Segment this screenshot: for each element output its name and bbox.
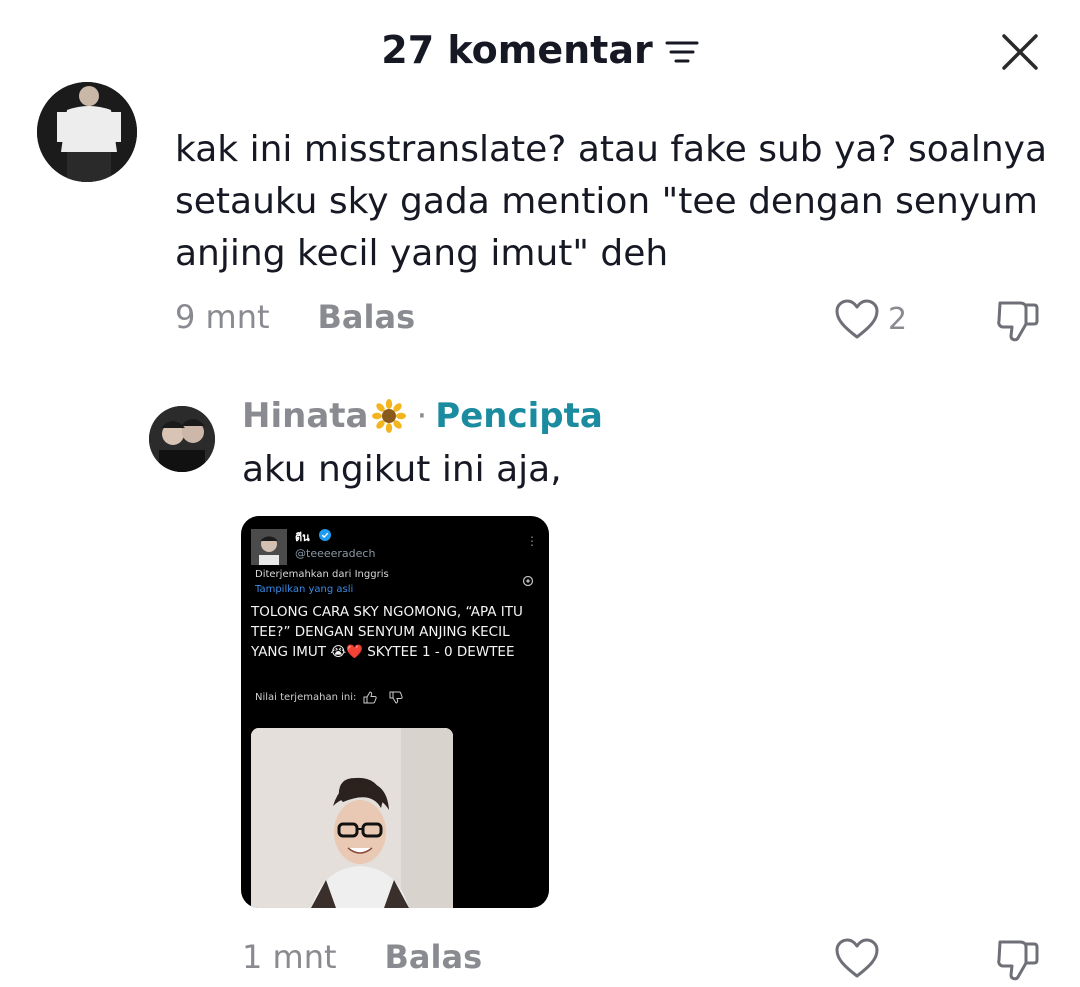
translated-label: Diterjemahkan dari Inggris (255, 569, 389, 580)
comments-sheet: 27 komentar kak ini misstranslate? atau … (0, 0, 1080, 987)
comment-time: 9 mnt (175, 298, 270, 336)
verified-icon (319, 529, 331, 541)
like-button[interactable]: 2 (834, 298, 907, 340)
heart-icon[interactable] (834, 937, 880, 979)
reply-button[interactable]: Balas (318, 298, 416, 336)
show-original-link: Tampilkan yang asli (255, 584, 354, 595)
reply-header: Hinata · Pencipta (242, 396, 603, 436)
like-count: 2 (888, 301, 908, 337)
comments-header: 27 komentar (0, 0, 1080, 100)
comment-text: kak ini misstranslate? atau fake sub ya?… (175, 129, 1048, 274)
separator-dot: · (416, 396, 428, 436)
embed-display-name: ตีน (295, 531, 310, 544)
reply-button[interactable]: Balas (385, 938, 483, 976)
more-icon: ⋮ (526, 534, 538, 548)
username[interactable]: Hinata (242, 396, 368, 436)
attached-screenshot[interactable]: ตีน @teeeeradech ⋮ Diterjemahkan dari In… (241, 516, 549, 908)
creator-badge: Pencipta (435, 396, 603, 436)
reply-meta: 1 mnt Balas (242, 938, 482, 976)
sort-icon[interactable] (665, 39, 699, 65)
reply-text: aku ngikut ini aja, (242, 449, 562, 490)
heart-icon[interactable] (834, 298, 880, 340)
like-button[interactable] (834, 937, 880, 979)
dislike-icon[interactable] (994, 936, 1042, 982)
comment-meta: 9 mnt Balas (175, 298, 415, 336)
gear-icon (522, 575, 534, 587)
avatar[interactable] (149, 406, 215, 472)
embed-avatar (251, 529, 287, 565)
dislike-icon[interactable] (994, 297, 1042, 343)
thumbs-up-icon (363, 691, 377, 704)
header-title-group[interactable]: 27 komentar (0, 28, 1080, 72)
sunflower-icon (372, 399, 407, 433)
embed-post-text: TOLONG CARA SKY NGOMONG, “APA ITU TEE?” … (251, 604, 523, 660)
avatar[interactable] (37, 82, 137, 182)
thumbs-down-icon (389, 691, 403, 704)
embed-handle: @teeeeradech (295, 547, 376, 560)
reply-time: 1 mnt (242, 938, 337, 976)
close-icon[interactable] (998, 30, 1042, 74)
rate-translation-label: Nilai terjemahan ini: (255, 692, 357, 703)
comment-count-title: 27 komentar (381, 28, 653, 72)
embed-photo (251, 728, 453, 908)
